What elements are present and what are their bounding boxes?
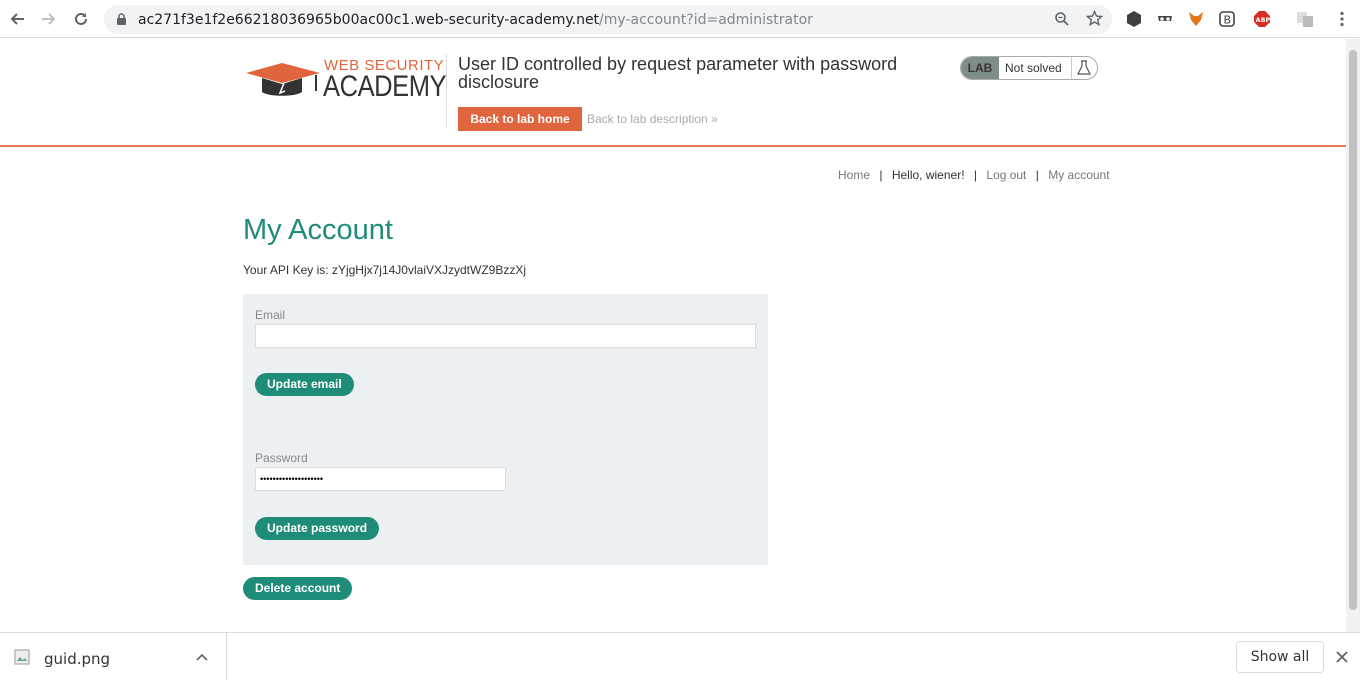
email-field[interactable] [255,324,756,348]
graduation-cap-icon [246,63,320,96]
nav-greeting: Hello, wiener! [891,168,965,182]
password-label: Password [255,451,308,465]
forward-arrow-icon[interactable] [38,8,60,30]
adblock-icon[interactable]: ABP [1253,10,1271,28]
back-to-lab-description-link[interactable]: Back to lab description » [587,112,718,126]
extension-fox-icon[interactable] [1187,10,1205,28]
url-text: ac271f3e1f2e66218036965b00ac00c1.web-sec… [138,12,813,28]
header-divider [446,54,447,128]
extension-cube-icon[interactable] [1125,10,1143,28]
password-field[interactable] [255,467,506,491]
page-viewport: WEB SECURITY ACADEMY User ID controlled … [0,39,1346,632]
extension-mask-icon[interactable] [1156,10,1174,28]
translate-icon[interactable] [1296,10,1314,28]
download-file-name: guid.png [44,650,111,668]
api-key-text: Your API Key is: zYjgHjx7j14J0vlaiVXJzyd… [243,263,527,277]
back-to-lab-home-button[interactable]: Back to lab home [458,107,582,131]
downloads-bar: guid.png Show all [0,632,1360,682]
image-file-icon [14,649,30,665]
nav-separator: | [879,168,883,182]
address-bar[interactable]: ac271f3e1f2e66218036965b00ac00c1.web-sec… [104,5,1112,34]
back-arrow-icon[interactable] [6,8,28,30]
menu-dots-icon[interactable] [1333,10,1351,28]
extension-b-icon[interactable]: B [1218,10,1236,28]
account-form-panel: Email Update email Password Update passw… [243,294,768,565]
badge-divider [1071,57,1072,79]
nav-separator: | [973,168,977,182]
bookmark-star-icon[interactable] [1085,9,1104,32]
back-to-lab-description-label: Back to lab description [587,112,708,126]
browser-toolbar: ac271f3e1f2e66218036965b00ac00c1.web-sec… [0,0,1360,38]
lab-status-badge: LAB Not solved [960,56,1098,80]
svg-text:ABP: ABP [1256,16,1271,24]
lock-icon[interactable] [116,13,127,31]
show-all-button[interactable]: Show all [1236,641,1324,673]
svg-text:B: B [1224,14,1232,27]
header-accent-line [0,145,1346,147]
download-item[interactable]: guid.png [0,633,227,681]
top-nav: Home | Hello, wiener! | Log out | My acc… [838,168,1110,182]
nav-home-link[interactable]: Home [838,168,870,182]
lab-title: User ID controlled by request parameter … [458,54,898,92]
update-email-button[interactable]: Update email [255,373,354,396]
logo-text-academy: ACADEMY [323,70,447,103]
nav-logout-link[interactable]: Log out [986,168,1026,182]
double-chevron-right-icon: » [711,112,718,126]
page-title: My Account [243,214,393,246]
reload-icon[interactable] [70,8,92,30]
nav-separator: | [1035,168,1039,182]
zoom-icon[interactable] [1054,11,1070,32]
flask-icon [1077,60,1091,75]
close-icon[interactable] [1336,651,1348,663]
delete-account-button[interactable]: Delete account [243,577,353,600]
lab-badge-label: LAB [961,57,999,79]
update-password-button[interactable]: Update password [255,517,380,540]
nav-my-account-link[interactable]: My account [1048,168,1109,182]
scrollbar-thumb[interactable] [1349,50,1357,610]
chevron-up-icon[interactable] [196,653,208,661]
lab-status-text: Not solved [1005,61,1062,75]
academy-logo[interactable]: WEB SECURITY ACADEMY [244,57,447,109]
email-label: Email [255,308,286,322]
